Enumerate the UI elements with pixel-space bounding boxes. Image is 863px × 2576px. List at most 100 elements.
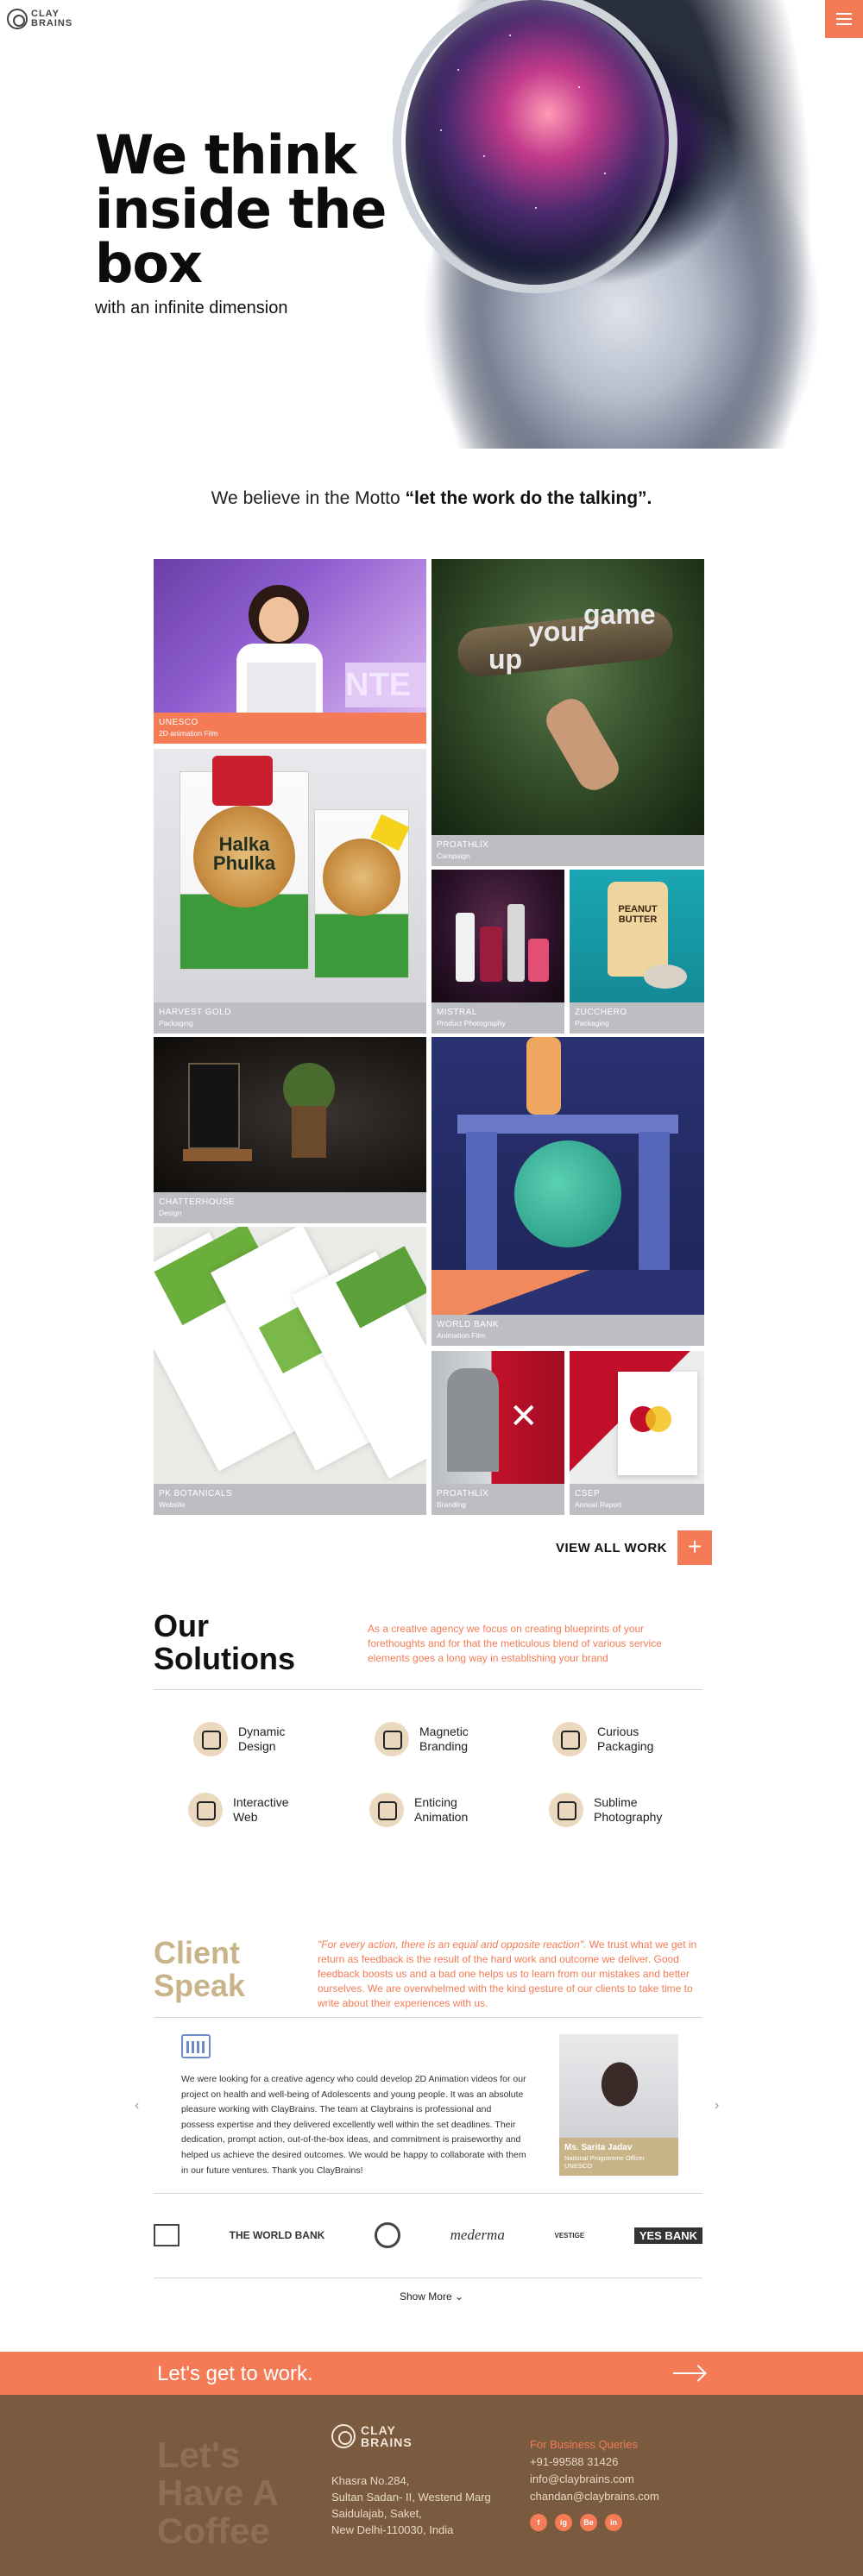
plus-icon: + (677, 1530, 712, 1565)
contact-heading: For Business Queries (530, 2438, 638, 2451)
logo-text: CLAY BRAINS (31, 9, 73, 28)
work-tile-unesco[interactable]: NTE UNESCO 2D animation Film (154, 559, 426, 744)
footer: Let's Have A Coffee CLAY BRAINS Khasra N… (0, 2395, 863, 2576)
arrow-right-icon (673, 2372, 704, 2374)
tile-caption: CSEP Annual Report (570, 1484, 704, 1515)
tile-caption: CHATTERHOUSE Design (154, 1192, 426, 1223)
tile-caption: MISTRAL Product Photography (432, 1002, 564, 1034)
art-text-game: game (583, 599, 656, 630)
art-text-your: your (528, 616, 589, 647)
show-more-button[interactable]: Show More ⌄ (0, 2290, 863, 2303)
proathlix-branding-image: ✕ (432, 1351, 564, 1484)
testimonial-role: National Programme Officer UNESCO (564, 2154, 645, 2170)
motto: We believe in the Motto “let the work do… (0, 488, 863, 509)
solution-enticing-animation[interactable]: Enticing Animation (369, 1793, 492, 1827)
testimonial-name: Ms. Sarita Jadav (564, 2143, 633, 2152)
behance-icon[interactable]: Be (580, 2514, 597, 2531)
logo[interactable]: CLAY BRAINS (7, 9, 73, 29)
art-text-halka-phulka: Halka Phulka (212, 833, 276, 874)
testimonial-text: We were looking for a creative agency wh… (181, 2074, 526, 2176)
contact-phone[interactable]: +91-99588 31426 (530, 2455, 618, 2468)
work-tile-zucchero[interactable]: PEANUT BUTTER ZUCCHERO Packaging (570, 870, 704, 1034)
client-logos: THE WORLD BANK mederma VESTIGE YES BANK (154, 2221, 702, 2250)
csep-image (570, 1351, 704, 1484)
next-arrow-icon[interactable]: › (715, 2098, 719, 2114)
footer-logo-text: CLAY BRAINS (361, 2423, 413, 2449)
footer-coffee-text: Let's Have A Coffee (157, 2435, 278, 2551)
solution-interactive-web[interactable]: Interactive Web (188, 1793, 311, 1827)
vestige-logo: VESTIGE (554, 2231, 585, 2240)
clients-divider-top (154, 2193, 702, 2194)
box-icon (552, 1722, 587, 1756)
mederma-logo: mederma (450, 2227, 505, 2243)
linkedin-icon[interactable]: in (605, 2514, 622, 2531)
social-links: f ig Be in (530, 2514, 622, 2531)
hamburger-icon (836, 13, 852, 15)
unesco-logo-icon (181, 2034, 211, 2058)
harvest-gold-image: Halka Phulka (154, 749, 426, 1002)
solution-magnetic-branding[interactable]: Magnetic Branding (375, 1722, 497, 1756)
work-tile-proathlix-campaign[interactable]: your game up PROATHLIX Campaign (432, 559, 704, 866)
view-all-work-label: VIEW ALL WORK (556, 1540, 667, 1555)
tile-caption: PROATHLIX Campaign (432, 835, 704, 866)
world-bank-image (432, 1037, 704, 1315)
tile-caption: UNESCO 2D animation Film (154, 713, 426, 744)
tile-caption: PROATHLIX Branding (432, 1484, 564, 1515)
testimonial-avatar (559, 2034, 678, 2138)
unesco-image: NTE (154, 559, 426, 716)
work-tile-chatterhouse[interactable]: CHATTERHOUSE Design (154, 1037, 426, 1223)
work-tile-pk-botanicals[interactable]: PK BOTANICALS Website (154, 1227, 426, 1515)
solutions-heading: Our Solutions (154, 1608, 295, 1676)
footer-logo[interactable]: CLAY BRAINS (331, 2423, 413, 2449)
contact-email-info[interactable]: info@claybrains.com (530, 2472, 634, 2485)
yes-bank-logo: YES BANK (633, 2227, 702, 2244)
web-icon (188, 1793, 223, 1827)
proathlix-campaign-image: your game up (432, 559, 704, 835)
unesco-client-logo-icon (154, 2224, 180, 2246)
work-tile-proathlix-branding[interactable]: ✕ PROATHLIX Branding (432, 1351, 564, 1515)
work-tile-mistral[interactable]: MISTRAL Product Photography (432, 870, 564, 1034)
instagram-icon[interactable]: ig (555, 2514, 572, 2531)
client-speak-heading: Client Speak (154, 1935, 246, 2003)
view-all-work-button[interactable]: VIEW ALL WORK + (556, 1530, 712, 1565)
facebook-icon[interactable]: f (530, 2514, 547, 2531)
camera-icon (549, 1793, 583, 1827)
work-tile-csep[interactable]: CSEP Annual Report (570, 1351, 704, 1515)
pk-botanicals-image (154, 1227, 426, 1484)
art-text-peanut-butter: PEANUT BUTTER (618, 904, 658, 925)
bulb-icon (375, 1722, 409, 1756)
footer-address: Khasra No.284, Sultan Sadan- II, Westend… (331, 2474, 491, 2536)
work-tile-world-bank[interactable]: WORLD BANK Animation Film (432, 1037, 704, 1346)
logo-icon (7, 9, 28, 29)
testimonial-author-card: Ms. Sarita Jadav National Programme Offi… (559, 2138, 678, 2176)
solution-dynamic-design[interactable]: Dynamic Design (193, 1722, 316, 1756)
chatterhouse-image (154, 1037, 426, 1192)
prev-arrow-icon[interactable]: ‹ (135, 2098, 139, 2114)
contact-email-chandan[interactable]: chandan@claybrains.com (530, 2490, 659, 2503)
work-tile-harvest-gold[interactable]: Halka Phulka HARVEST GOLD Packaging (154, 749, 426, 1034)
footer-logo-icon (331, 2424, 356, 2448)
tile-caption: WORLD BANK Animation Film (432, 1315, 704, 1346)
solutions-divider (154, 1689, 702, 1690)
motto-lead: We believe in the Motto (211, 488, 400, 508)
solution-sublime-photography[interactable]: Sublime Photography (549, 1793, 671, 1827)
solutions-description: As a creative agency we focus on creatin… (368, 1623, 662, 1664)
seal-logo-icon (374, 2222, 400, 2248)
design-icon (193, 1722, 228, 1756)
solution-curious-packaging[interactable]: Curious Packaging (552, 1722, 675, 1756)
hero-section: CLAY BRAINS We think inside the box with… (0, 0, 863, 449)
tile-caption: HARVEST GOLD Packaging (154, 1002, 426, 1034)
art-text-up: up (488, 644, 523, 675)
tile-caption: PK BOTANICALS Website (154, 1484, 426, 1515)
menu-button[interactable] (825, 0, 863, 38)
animation-icon (369, 1793, 404, 1827)
tile-caption: ZUCCHERO Packaging (570, 1002, 704, 1034)
hero-subtitle: with an infinite dimension (95, 298, 288, 317)
cta-bar[interactable]: Let's get to work. (0, 2352, 863, 2395)
client-speak-description: "For every action, there is an equal and… (318, 1938, 702, 2011)
motto-quote: “let the work do the talking”. (405, 488, 652, 508)
cta-text: Let's get to work. (157, 2362, 313, 2385)
client-speak-divider (154, 2017, 702, 2018)
client-speak-quote: "For every action, there is an equal and… (318, 1938, 587, 1951)
hero-title: We think inside the box (95, 123, 387, 295)
